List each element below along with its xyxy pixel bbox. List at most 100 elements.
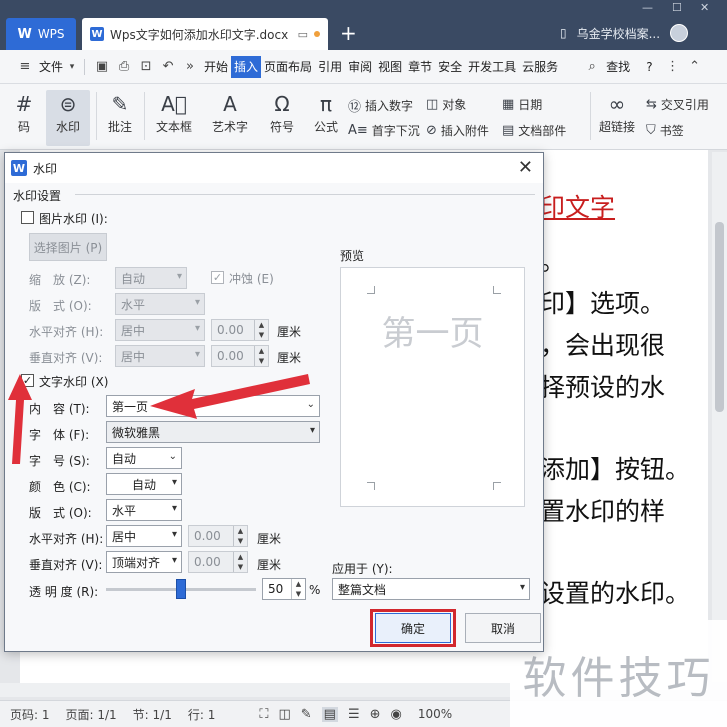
spin-up-icon[interactable]: ▲: [238, 553, 243, 561]
text-valign-offset-spinner[interactable]: 0.00 ▲ ▼: [188, 551, 248, 573]
maximize-icon[interactable]: ☐: [672, 0, 682, 16]
zoom-level[interactable]: 100%: [418, 707, 452, 721]
tab-page-layout[interactable]: 页面布局: [261, 56, 315, 78]
date-button[interactable]: ▦ 日期: [502, 96, 542, 113]
user-name[interactable]: 乌金学校档案...: [577, 25, 660, 42]
pen-icon[interactable]: ✎: [301, 707, 312, 722]
halign-offset-spinner[interactable]: 0.00 ▲ ▼: [211, 319, 269, 341]
eye-icon[interactable]: ◉: [391, 707, 402, 722]
spin-up-icon[interactable]: ▲: [296, 580, 301, 588]
tab-chapter[interactable]: 章节: [405, 56, 435, 78]
tab-view[interactable]: 视图: [375, 56, 405, 78]
outline-view-icon[interactable]: ☰: [348, 707, 360, 722]
transparency-spinner[interactable]: 50 ▲ ▼: [262, 578, 306, 600]
select-picture-button[interactable]: 选择图片 (P): [29, 233, 107, 261]
corner-mark: [367, 482, 375, 490]
close-window-icon[interactable]: ✕: [700, 0, 709, 16]
formula-button[interactable]: π 公式: [306, 90, 346, 135]
insert-number-button[interactable]: ⑫ 插入数字: [348, 96, 413, 115]
layout-select[interactable]: 水平 ▾: [115, 293, 205, 315]
comment-button[interactable]: ✎ 批注: [100, 90, 140, 135]
bookmark-button[interactable]: ⛉ 书签: [646, 122, 684, 139]
print-preview-icon[interactable]: ⊡: [135, 56, 157, 78]
tab-security[interactable]: 安全: [435, 56, 465, 78]
scale-select[interactable]: 自动 ▾: [115, 267, 187, 289]
tab-cloud[interactable]: 云服务: [519, 56, 561, 78]
dialog-titlebar[interactable]: W 水印: [5, 153, 543, 183]
docpart-button[interactable]: ▤ 文档部件: [502, 122, 566, 139]
document-tab[interactable]: W Wps文字如何添加水印文字.docx ▭: [82, 18, 328, 50]
spin-down-icon[interactable]: ▼: [238, 537, 243, 545]
spin-down-icon[interactable]: ▼: [259, 357, 264, 365]
spin-down-icon[interactable]: ▼: [238, 563, 243, 571]
search-button[interactable]: 查找: [603, 56, 633, 78]
color-select[interactable]: 自动 ▾: [106, 473, 182, 495]
tab-developer[interactable]: 开发工具: [465, 56, 519, 78]
horizontal-scrollbar[interactable]: [0, 683, 510, 697]
scrollbar-thumb[interactable]: [715, 222, 724, 412]
symbol-button[interactable]: Ω 符号: [262, 90, 302, 135]
web-view-icon[interactable]: ⊕: [370, 707, 381, 722]
transparency-slider-thumb[interactable]: [176, 579, 186, 599]
more-icon[interactable]: ⋮: [662, 56, 684, 78]
page-status: 页面: 1/1: [65, 707, 117, 722]
cancel-button[interactable]: 取消: [465, 613, 541, 643]
read-mode-icon[interactable]: ◫: [278, 707, 290, 722]
tab-references[interactable]: 引用: [315, 56, 345, 78]
chevron-down-icon[interactable]: ⌄: [169, 451, 177, 462]
collapse-ribbon-icon[interactable]: ⌃: [684, 56, 706, 78]
tab-review[interactable]: 审阅: [345, 56, 375, 78]
valign-offset-spinner[interactable]: 0.00 ▲ ▼: [211, 345, 269, 367]
watermark-button[interactable]: ⊜ 水印: [46, 90, 90, 146]
undo-icon[interactable]: ↶: [157, 56, 179, 78]
apply-to-select[interactable]: 整篇文档 ▾: [332, 578, 530, 600]
text-halign-offset-spinner[interactable]: 0.00 ▲ ▼: [188, 525, 248, 547]
object-button[interactable]: ◫ 对象: [426, 96, 466, 113]
spin-down-icon[interactable]: ▼: [259, 331, 264, 339]
vertical-scrollbar[interactable]: [712, 152, 727, 682]
page-view-icon[interactable]: ▤: [321, 706, 338, 722]
content-combobox[interactable]: 第一页 ⌄: [106, 395, 320, 417]
wordart-button[interactable]: A 艺术字: [204, 90, 256, 135]
attachment-button[interactable]: ⊘ 插入附件: [426, 122, 489, 139]
hyperlink-button[interactable]: ∞ 超链接: [596, 90, 638, 135]
title-bar: — ☐ ✕ W WPS W Wps文字如何添加水印文字.docx ▭ + ▯ 乌…: [0, 0, 727, 50]
hamburger-icon[interactable]: ≡: [14, 56, 36, 78]
minimize-icon[interactable]: —: [642, 0, 653, 16]
code-button[interactable]: # 码: [4, 90, 44, 135]
spin-up-icon[interactable]: ▲: [238, 527, 243, 535]
size-combobox[interactable]: 自动 ⌄: [106, 447, 182, 469]
wps-home-tab[interactable]: W WPS: [6, 18, 76, 50]
print-icon[interactable]: ⎙: [113, 56, 135, 78]
more-chevron-icon[interactable]: »: [179, 56, 201, 78]
save-icon[interactable]: ▣: [91, 56, 113, 78]
dropcap-button[interactable]: A≡ 首字下沉: [348, 122, 420, 139]
textbox-button[interactable]: A⃞ 文本框: [148, 90, 200, 135]
spin-up-icon[interactable]: ▲: [259, 347, 264, 355]
help-button[interactable]: ?: [643, 56, 655, 78]
tab-home[interactable]: 开始: [201, 56, 231, 78]
menu-file[interactable]: 文件: [36, 56, 66, 78]
text-layout-select[interactable]: 水平 ▾: [106, 499, 182, 521]
new-tab-button[interactable]: +: [340, 20, 357, 46]
chevron-down-icon[interactable]: ▾: [66, 56, 78, 78]
washout-checkbox[interactable]: ✓: [211, 271, 224, 284]
picture-watermark-checkbox[interactable]: [21, 211, 34, 224]
fullscreen-icon[interactable]: ⛶: [259, 707, 268, 722]
halign-select[interactable]: 居中 ▾: [115, 319, 205, 341]
font-select[interactable]: 微软雅黑 ▾: [106, 421, 320, 443]
valign-select[interactable]: 居中 ▾: [115, 345, 205, 367]
search-icon[interactable]: ⌕: [581, 56, 603, 78]
spin-down-icon[interactable]: ▼: [296, 590, 301, 598]
spin-up-icon[interactable]: ▲: [259, 321, 264, 329]
tablet-icon[interactable]: ▯: [560, 26, 567, 40]
text-watermark-checkbox[interactable]: ✓: [21, 374, 34, 387]
text-halign-select[interactable]: 居中 ▾: [106, 525, 182, 547]
chevron-down-icon[interactable]: ⌄: [307, 399, 315, 410]
text-valign-select[interactable]: 顶端对齐 ▾: [106, 551, 182, 573]
close-icon[interactable]: ✕: [518, 157, 533, 178]
tab-insert[interactable]: 插入: [231, 55, 262, 78]
crossref-button[interactable]: ⇆ 交叉引用: [646, 96, 709, 113]
ok-button[interactable]: 确定: [375, 613, 451, 643]
avatar[interactable]: [670, 24, 689, 42]
